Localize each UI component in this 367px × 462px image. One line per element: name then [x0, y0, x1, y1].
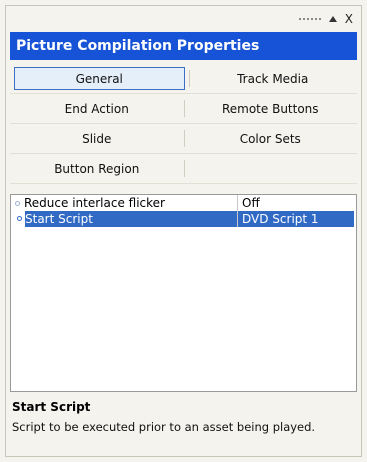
- property-grid: Reduce interlace flicker Off Start Scrip…: [10, 194, 357, 392]
- tab-row: Button Region: [10, 154, 357, 184]
- tab-button-region[interactable]: Button Region: [10, 154, 184, 183]
- panel-title: Picture Compilation Properties: [10, 32, 357, 60]
- tab-general[interactable]: General: [14, 67, 185, 90]
- tab-row: General Track Media: [10, 64, 357, 94]
- bullet-icon: [17, 216, 22, 221]
- property-row[interactable]: Reduce interlace flicker Off: [11, 195, 356, 211]
- close-icon[interactable]: X: [345, 13, 353, 25]
- description-text: Script to be executed prior to an asset …: [12, 420, 316, 434]
- panel-controls: X: [298, 12, 353, 26]
- property-value[interactable]: Off: [237, 195, 354, 211]
- tab-remote-buttons[interactable]: Remote Buttons: [183, 94, 358, 123]
- description-title: Start Script: [12, 400, 91, 414]
- tab-color-sets[interactable]: Color Sets: [183, 124, 358, 153]
- tab-grid: General Track Media End Action Remote Bu…: [10, 64, 357, 184]
- property-name: Reduce interlace flicker: [24, 196, 165, 210]
- property-name: Start Script: [25, 212, 93, 226]
- grip-icon[interactable]: [298, 18, 321, 20]
- tab-slide[interactable]: Slide: [10, 124, 184, 153]
- tab-end-action[interactable]: End Action: [10, 94, 184, 123]
- properties-panel: X Picture Compilation Properties General…: [5, 5, 362, 457]
- tab-row: End Action Remote Buttons: [10, 94, 357, 124]
- collapse-triangle-icon[interactable]: [328, 16, 337, 22]
- property-name-cell: Start Script: [25, 211, 237, 227]
- description-area: Start Script Script to be executed prior…: [12, 400, 357, 434]
- tab-row: Slide Color Sets: [10, 124, 357, 154]
- tab-empty: [183, 154, 358, 183]
- tab-track-media[interactable]: Track Media: [188, 64, 358, 93]
- property-name-cell: Reduce interlace flicker: [11, 195, 237, 211]
- property-value[interactable]: DVD Script 1: [237, 211, 354, 227]
- bullet-icon: [15, 200, 20, 206]
- property-row-selected[interactable]: Start Script DVD Script 1: [11, 211, 356, 227]
